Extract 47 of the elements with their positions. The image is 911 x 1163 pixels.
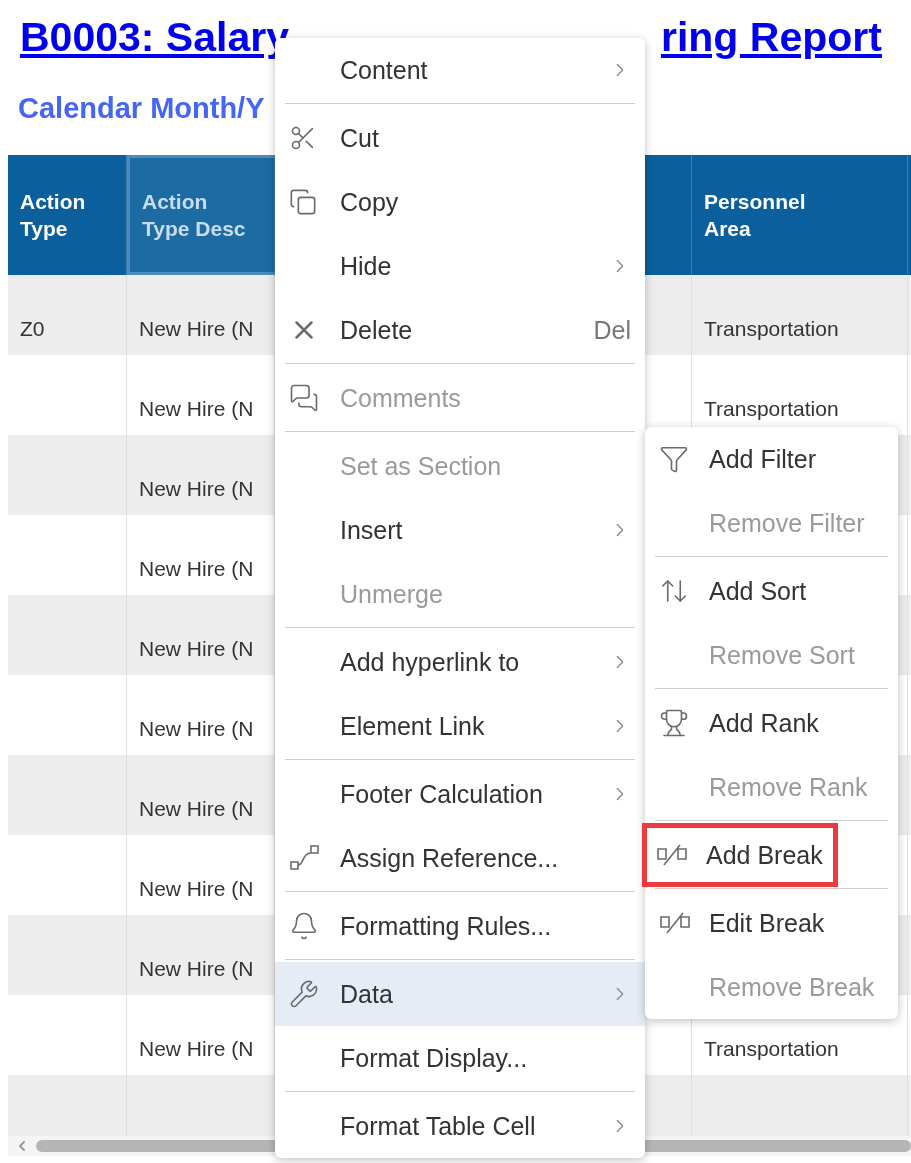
bell-icon	[289, 911, 319, 941]
menu-item[interactable]: Content	[275, 38, 645, 102]
menu-item[interactable]: Element Link	[275, 694, 645, 758]
report-title[interactable]: ring Report	[660, 14, 882, 60]
table-cell: New Hire (N	[139, 797, 254, 821]
menu-item[interactable]: Cut	[275, 106, 645, 170]
column-header[interactable]: Action Type Desc	[127, 155, 275, 275]
table-cell: New Hire (N	[139, 557, 254, 581]
table-cell: New Hire (N	[139, 957, 254, 981]
filter-icon	[659, 444, 689, 474]
table-cell: Transportation	[704, 1037, 839, 1061]
menu-item[interactable]: Edit Break	[645, 891, 898, 955]
table-cell: New Hire (N	[139, 477, 254, 501]
menu-item[interactable]: Insert	[275, 498, 645, 562]
menu-item[interactable]: Add hyperlink to	[275, 630, 645, 694]
menu-item[interactable]: Format Table Cell	[275, 1094, 645, 1158]
menu-item[interactable]: Data	[275, 962, 645, 1026]
table-cell: New Hire (N	[139, 317, 254, 341]
table-cell: New Hire (N	[139, 1037, 254, 1061]
break-icon	[656, 843, 688, 867]
table-cell: New Hire (N	[139, 717, 254, 741]
tools-icon	[289, 979, 319, 1009]
menu-item[interactable]: Add Sort	[645, 559, 898, 623]
menu-item[interactable]: Add Break	[642, 823, 838, 887]
menu-item[interactable]: Add Rank	[645, 691, 898, 755]
copy-icon	[289, 188, 317, 216]
menu-item[interactable]: Footer Calculation	[275, 762, 645, 826]
menu-item[interactable]: Copy	[275, 170, 645, 234]
menu-item[interactable]: Delete Del	[275, 298, 645, 362]
break-icon	[659, 911, 691, 935]
link-nodes-icon	[289, 844, 321, 872]
table-cell: New Hire (N	[139, 877, 254, 901]
table-cell: Transportation	[704, 397, 839, 421]
menu-item[interactable]: Format Display...	[275, 1026, 645, 1090]
table-cell: New Hire (N	[139, 637, 254, 661]
table-cell: Z0	[20, 317, 45, 341]
menu-item[interactable]: Add Filter	[645, 427, 898, 491]
menu-item[interactable]: Assign Reference...	[275, 826, 645, 890]
comments-icon	[289, 383, 319, 413]
column-header[interactable]: Action Type	[8, 155, 127, 275]
trophy-icon	[659, 708, 689, 738]
table-cell: Transportation	[704, 317, 839, 341]
table-cell: New Hire (N	[139, 397, 254, 421]
menu-item[interactable]: Hide	[275, 234, 645, 298]
report-subtitle: Calendar Month/Y	[18, 91, 266, 126]
menu-item[interactable]: Formatting Rules...	[275, 894, 645, 958]
column-header[interactable]: Personnel Area	[692, 155, 908, 275]
